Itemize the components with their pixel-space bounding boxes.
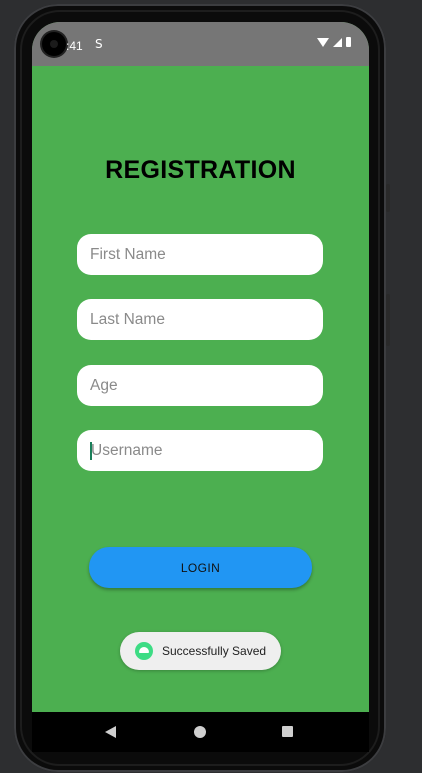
battery-icon xyxy=(346,37,351,47)
username-input[interactable]: Username xyxy=(77,430,323,471)
first-name-placeholder: First Name xyxy=(90,245,166,263)
age-input[interactable]: Age xyxy=(77,365,323,406)
android-icon xyxy=(135,642,153,660)
username-placeholder: Username xyxy=(91,441,163,459)
age-placeholder: Age xyxy=(90,376,118,394)
signal-icon xyxy=(333,37,342,47)
page-title: REGISTRATION xyxy=(105,156,296,184)
status-bar: :41 S xyxy=(32,22,369,66)
navigation-bar xyxy=(32,712,369,752)
status-time: :41 xyxy=(66,39,83,53)
toast-text: Successfully Saved xyxy=(162,644,267,658)
recents-icon[interactable] xyxy=(282,726,293,737)
back-icon[interactable] xyxy=(105,726,116,738)
toast-message: Successfully Saved xyxy=(120,632,281,670)
wifi-icon xyxy=(317,37,329,47)
app-screen: :41 S REGISTRATION First Name Last Name … xyxy=(32,22,369,712)
volume-button xyxy=(386,184,390,212)
power-button xyxy=(386,294,390,346)
status-icons xyxy=(317,37,351,47)
camera-icon xyxy=(42,32,66,56)
login-button[interactable]: LOGIN xyxy=(89,547,312,588)
first-name-input[interactable]: First Name xyxy=(77,234,323,275)
home-icon[interactable] xyxy=(194,726,206,738)
sync-icon: S xyxy=(95,37,103,51)
last-name-placeholder: Last Name xyxy=(90,310,165,328)
last-name-input[interactable]: Last Name xyxy=(77,299,323,340)
